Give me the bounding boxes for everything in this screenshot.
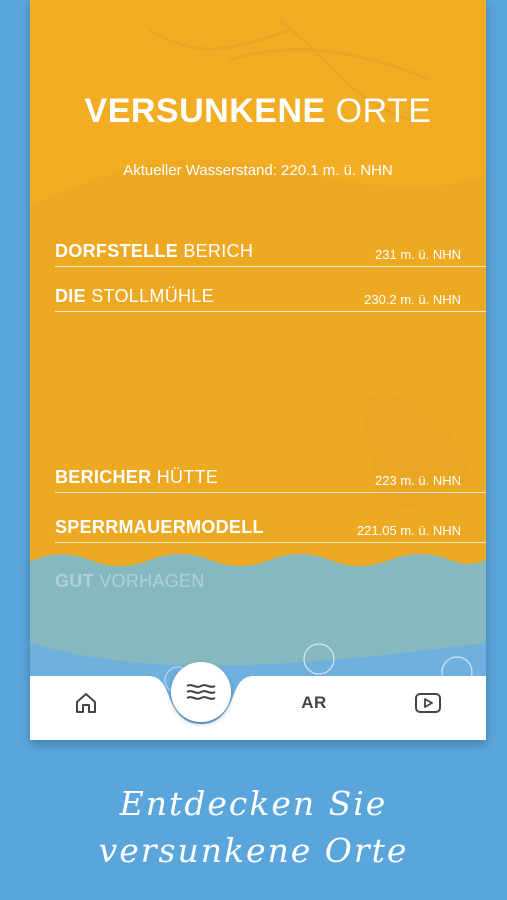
place-name: GUT VORHAGEN bbox=[55, 571, 205, 591]
waves-button[interactable] bbox=[171, 662, 231, 722]
place-name: DORFSTELLE BERICH bbox=[55, 241, 254, 261]
place-name: DIE STOLLMÜHLE bbox=[55, 286, 214, 306]
title-light: ORTE bbox=[335, 92, 432, 130]
tab-home[interactable] bbox=[66, 683, 106, 723]
tab-ar[interactable]: AR bbox=[294, 683, 334, 723]
place-item-gut-vorhagen[interactable]: GUT VORHAGEN bbox=[55, 570, 486, 596]
slogan-line-1: Entdecken Sie bbox=[119, 784, 388, 823]
tab-video[interactable] bbox=[408, 683, 448, 723]
ar-label: AR bbox=[301, 693, 327, 712]
place-name: SPERRMAUERMODELL bbox=[55, 517, 264, 537]
app-screen: VERSUNKENE ORTE Aktueller Wasserstand: 2… bbox=[30, 0, 486, 740]
place-name: BERICHER HÜTTE bbox=[55, 467, 219, 487]
place-elevation: 230.2 m. ü. NHN bbox=[364, 292, 461, 307]
place-item-stollmuehle[interactable]: DIE STOLLMÜHLE 230.2 m. ü. NHN bbox=[55, 285, 486, 312]
place-elevation: 221.05 m. ü. NHN bbox=[356, 523, 461, 538]
play-icon bbox=[415, 693, 441, 713]
place-item-bericher-huette[interactable]: BERICHER HÜTTE 223 m. ü. NHN bbox=[55, 466, 486, 493]
home-icon bbox=[76, 693, 96, 713]
place-item-sperrmauermodell[interactable]: SPERRMAUERMODELL 221.05 m. ü. NHN bbox=[55, 516, 486, 543]
slogan: Entdecken Sie versunkene Orte bbox=[0, 780, 507, 874]
waves-icon bbox=[186, 684, 216, 700]
slogan-line-2: versunkene Orte bbox=[98, 831, 409, 870]
place-item-dorfstelle-berich[interactable]: DORFSTELLE BERICH 231 m. ü. NHN bbox=[55, 240, 486, 267]
water-level-text: Aktueller Wasserstand: 220.1 m. ü. NHN bbox=[123, 162, 393, 179]
place-elevation: 223 m. ü. NHN bbox=[375, 473, 461, 488]
title-bold: VERSUNKENE bbox=[84, 92, 326, 130]
page-title: VERSUNKENE ORTE bbox=[30, 92, 486, 131]
place-elevation: 231 m. ü. NHN bbox=[375, 247, 461, 262]
